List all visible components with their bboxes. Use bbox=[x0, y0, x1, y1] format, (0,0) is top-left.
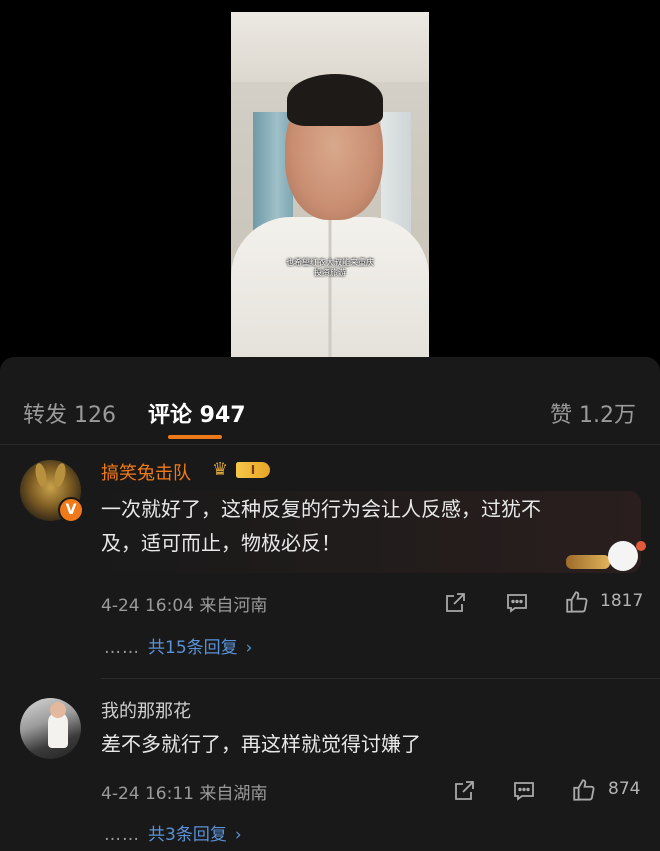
comment-divider bbox=[101, 678, 660, 679]
crown-icon: ♛ bbox=[212, 459, 229, 480]
comment-meta: 4-24 16:04 来自河南 bbox=[101, 596, 268, 616]
replies-count-label: 共3条回复 bbox=[148, 825, 227, 845]
sticker-decoration bbox=[566, 541, 650, 579]
thumbs-up-icon bbox=[573, 779, 595, 801]
sticker-flower bbox=[636, 541, 646, 551]
avatar[interactable] bbox=[20, 698, 81, 759]
comment-text[interactable]: 一次就好了，这种反复的行为会让人反感，过犹不 及，适可而止，物极必反！ bbox=[101, 492, 631, 560]
replies-count-label: 共15条回复 bbox=[148, 638, 238, 658]
share-icon bbox=[446, 593, 465, 612]
view-replies-link[interactable]: …… 共3条回复 › bbox=[104, 820, 242, 845]
comment-button[interactable] bbox=[505, 591, 529, 615]
video-subtitle-line-1: 也希望红衣大叔能来重庆 bbox=[286, 258, 374, 267]
comment-item: 我的那那花 差不多就行了，再这样就觉得讨嫌了 4-24 16:11 来自湖南 8… bbox=[0, 695, 660, 851]
view-replies-link[interactable]: …… 共15条回复 › bbox=[104, 633, 252, 658]
share-button[interactable] bbox=[452, 779, 476, 803]
avatar-ear bbox=[33, 462, 49, 488]
level-badge[interactable]: ♛ I bbox=[212, 460, 270, 480]
tab-likes[interactable]: 赞 1.2万 bbox=[550, 397, 636, 429]
replies-dots: …… bbox=[104, 638, 140, 658]
level-badge-label: I bbox=[236, 462, 270, 478]
like-button[interactable] bbox=[571, 777, 597, 803]
comment-meta: 4-24 16:11 来自湖南 bbox=[101, 784, 268, 804]
video-player[interactable]: 也希望红衣大叔能来重庆 投资旅游 bbox=[231, 12, 429, 357]
comment-button[interactable] bbox=[512, 779, 536, 803]
tab-bar: 转发 126 评论 947 赞 1.2万 bbox=[0, 357, 660, 445]
share-button[interactable] bbox=[443, 591, 467, 615]
sticker-trophy bbox=[566, 555, 610, 569]
video-background bbox=[231, 12, 429, 82]
comments-panel: 转发 126 评论 947 赞 1.2万 V 搞笑兔击队 ♛ I 一次就好了，这… bbox=[0, 357, 660, 851]
video-subtitle-line-2: 投资旅游 bbox=[314, 268, 346, 277]
like-count: 874 bbox=[608, 779, 641, 799]
username[interactable]: 搞笑兔击队 bbox=[101, 459, 191, 485]
username[interactable]: 我的那那花 bbox=[101, 697, 191, 723]
active-tab-indicator bbox=[168, 435, 222, 439]
comment-text-line-2: 及，适可而止，物极必反！ bbox=[101, 531, 341, 555]
sticker-bunny bbox=[608, 541, 638, 571]
video-person-hair bbox=[287, 74, 383, 126]
verified-badge-icon: V bbox=[58, 497, 84, 523]
comment-icon bbox=[507, 594, 527, 613]
tab-forward[interactable]: 转发 126 bbox=[23, 397, 116, 429]
comment-icon bbox=[514, 782, 534, 801]
video-person-collar bbox=[315, 217, 345, 357]
like-button[interactable] bbox=[564, 589, 590, 615]
replies-dots: …… bbox=[104, 825, 140, 845]
comment-text-line-1: 一次就好了，这种反复的行为会让人反感，过犹不 bbox=[101, 497, 541, 521]
video-subtitle: 也希望红衣大叔能来重庆 投资旅游 bbox=[231, 258, 429, 278]
chevron-right-icon: › bbox=[245, 638, 253, 658]
like-count: 1817 bbox=[600, 591, 644, 611]
comment-item: V 搞笑兔击队 ♛ I 一次就好了，这种反复的行为会让人反感，过犹不 及，适可而… bbox=[0, 457, 660, 667]
video-area: 也希望红衣大叔能来重庆 投资旅游 bbox=[0, 0, 660, 357]
avatar-person bbox=[48, 702, 68, 748]
comment-text[interactable]: 差不多就行了，再这样就觉得讨嫌了 bbox=[101, 727, 631, 761]
chevron-right-icon: › bbox=[234, 825, 242, 845]
tab-comments[interactable]: 评论 947 bbox=[148, 397, 246, 429]
avatar-ear bbox=[52, 462, 68, 488]
thumbs-up-icon bbox=[566, 591, 588, 613]
share-icon bbox=[455, 781, 474, 800]
